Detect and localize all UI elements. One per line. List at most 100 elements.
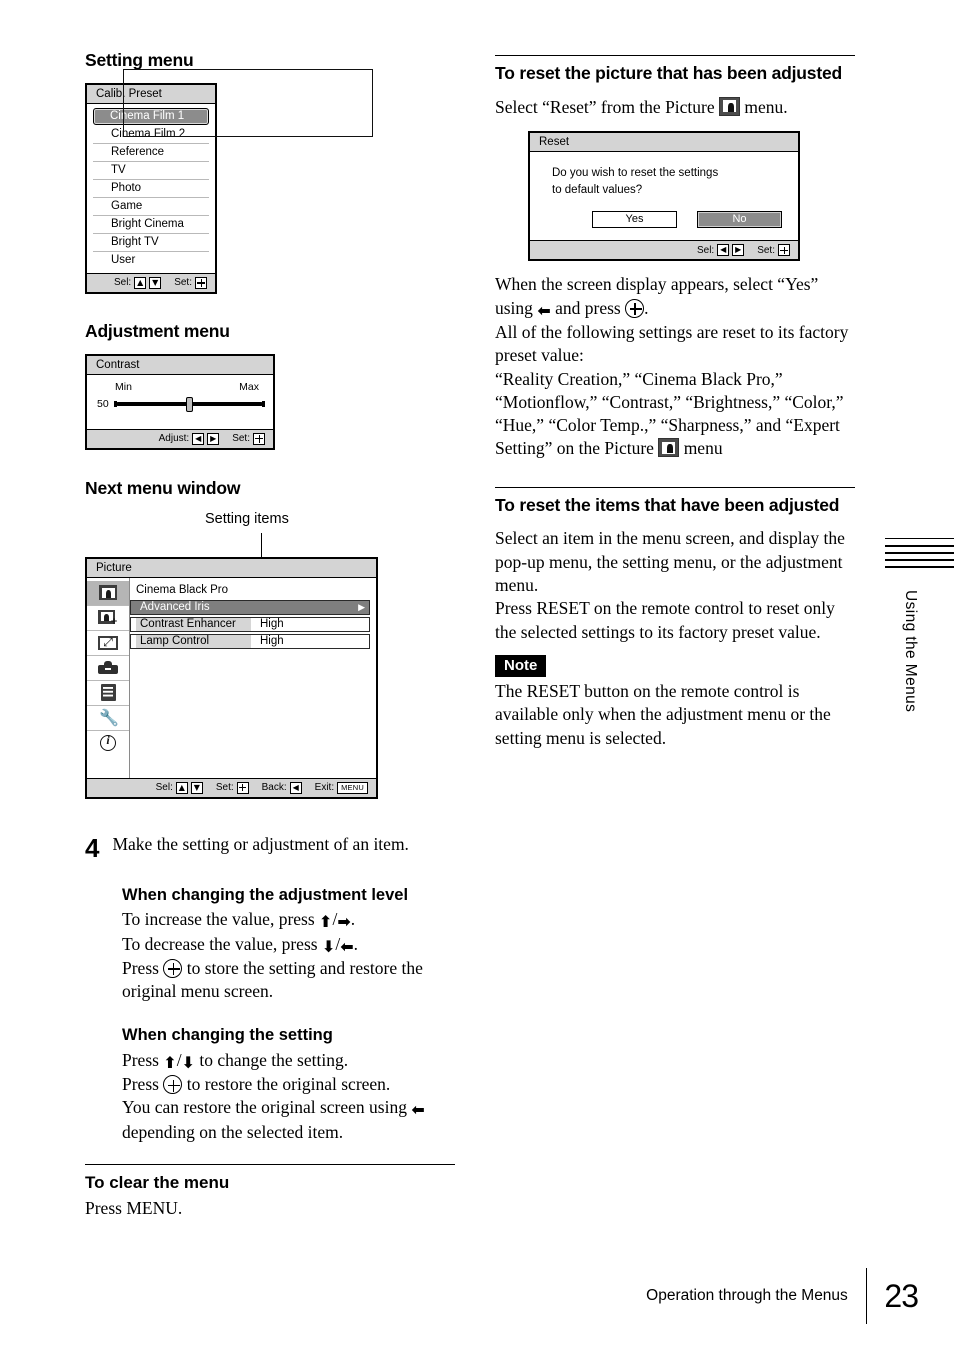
hint-set: Set: [232,432,265,445]
osd-title-calib-preset: Calib. Preset [87,84,215,104]
calib-item[interactable]: Bright TV [93,234,209,252]
calib-item[interactable]: Game [93,198,209,216]
toolbox-icon [98,661,118,675]
arrow-up-icon: ⬆ [163,1052,177,1072]
calib-item[interactable]: Cinema Film 2 [93,126,209,144]
hint-back: Back: ◀ [262,781,302,794]
hint-select: Sel: ▲ ▼ [156,781,203,794]
changing-level-line-3: Press to store the setting and restore t… [122,957,423,1002]
sidebar-item-function[interactable] [87,656,129,681]
menu-row-lamp-control[interactable]: Lamp Control High [130,633,370,650]
slider-value: 50 [97,397,109,410]
hint-exit: Exit: MENU [315,781,368,794]
hint-set: Set: [757,244,790,257]
chevron-right-icon: ▶ [358,601,365,612]
heading-adjustment-menu: Adjustment menu [85,320,230,341]
callout-leader-line [261,532,263,557]
changing-level-line-2: To decrease the value, press ⬇/⬅. [122,933,358,956]
hint-select: Sel: ▲ ▼ [114,276,162,289]
callout-label: Setting items [205,510,289,527]
arrow-left-icon: ⬅ [340,936,354,956]
reset-message-line-2: to default values? [552,183,643,196]
slider-min-label: Min [115,380,132,393]
key-left-icon: ◀ [717,244,730,257]
osd-footer: Sel: ▲ ▼ Set: [87,272,215,292]
arrow-left-icon: ⬅ [537,300,551,320]
info-icon [100,733,116,752]
key-down-icon: ▼ [190,781,203,794]
note-text: The RESET button on the remote control i… [495,681,831,748]
step-4: 4 Make the setting or adjustment of an i… [85,833,455,861]
calib-item[interactable]: Bright Cinema [93,216,209,234]
menu-row-cinema-black-pro[interactable]: Cinema Black Pro [130,583,370,599]
slider-max-label: Max [239,380,259,393]
left-column: Setting menu Calib. Preset Cinema Film 1… [85,50,455,1221]
calib-preset-list: Cinema Film 1 Cinema Film 2 Reference TV… [87,104,215,273]
sidebar-item-information[interactable] [87,731,129,756]
changing-setting-line-3: You can restore the original screen usin… [122,1097,425,1142]
slider-knob[interactable] [185,396,193,412]
menu-row-advanced-iris[interactable]: Advanced Iris ▶ [130,599,370,616]
calib-item[interactable]: User [93,252,209,269]
key-right-icon: ▶ [207,432,220,445]
page-footer: Operation through the Menus 23 [0,1268,954,1324]
calib-item[interactable]: TV [93,162,209,180]
reset-picture-body-1: When the screen display appears, select … [495,274,819,320]
block-changing-setting: When changing the setting Press ⬆/⬇ to c… [122,1025,455,1144]
calib-item-selected[interactable]: Cinema Film 1 [93,107,209,125]
key-menu-icon: MENU [337,781,368,794]
thumb-tab-label: Using the Menus [902,589,919,713]
key-up-icon: ▲ [134,276,147,289]
calib-item[interactable]: Photo [93,180,209,198]
menu-row-value: High [260,635,284,648]
hint-select: Sel: ◀ ▶ [697,244,745,257]
changing-setting-line-2: Press to restore the original screen. [122,1074,391,1095]
block-reset-items: To reset the items that have been adjust… [495,486,855,750]
sidebar-item-screen[interactable] [87,631,129,656]
heading-next-menu-window: Next menu window [85,477,241,498]
picture-icon [719,96,741,116]
sidebar-item-setup[interactable] [87,706,129,731]
setting-items-callout: Setting items [85,511,455,557]
sidebar-item-picture[interactable] [87,580,129,606]
key-left-icon: ◀ [192,432,205,445]
heading-clear-menu: To clear the menu [85,1173,230,1192]
arrow-down-icon: ⬇ [321,936,336,956]
key-right-icon: ▶ [732,244,745,257]
note-block: Note The RESET button on the remote cont… [495,654,855,750]
footer-section-title: Operation through the Menus [646,1287,848,1304]
reset-picture-intro: Select “Reset” from the Picture menu. [495,96,788,117]
adjustment-menu-osd: Contrast Min Max 50 Adjust: ◀ ▶ Set: [85,353,275,450]
osd-footer: Sel: ◀ ▶ Set: [530,240,798,260]
slider-track[interactable] [113,396,266,412]
menu-row-label: Advanced Iris [140,601,210,614]
picture-menu-body: + ⤢ 🔧 i Cinema Black Pro Advanced Iris ▶… [87,69,376,778]
reset-message-line-1: Do you wish to reset the settings [552,167,719,180]
key-enter-icon [236,781,249,794]
key-down-icon: ▼ [149,276,162,289]
heading-reset-picture: To reset the picture that has been adjus… [495,63,842,83]
osd-title-reset: Reset [530,133,798,153]
sidebar-item-advanced-picture[interactable]: + [87,606,129,631]
heading-setting-menu: Setting menu [85,50,194,70]
clear-menu-text: Press MENU. [85,1198,183,1219]
hint-set: Set: [216,781,249,794]
menu-row-value: High [260,618,284,631]
reset-dialog-buttons: Yes No [592,211,798,229]
reset-picture-body-2: All of the following settings are reset … [495,322,849,366]
yes-button[interactable]: Yes [592,211,677,229]
osd-footer: Adjust: ◀ ▶ Set: [87,428,273,448]
reset-items-body-1: Select an item in the menu screen, and d… [495,528,845,596]
arrow-down-icon: ⬇ [181,1052,196,1072]
menu-row-contrast-enhancer[interactable]: Contrast Enhancer High [130,616,370,633]
no-button[interactable]: No [697,211,782,229]
calib-item[interactable]: Reference [93,144,209,162]
note-badge: Note [495,654,547,678]
sidebar-item-installation[interactable] [87,681,129,706]
reset-dialog-osd: Reset Do you wish to reset the settings … [528,131,800,262]
arrow-right-icon: ➡ [337,912,351,932]
picture-icon [658,438,680,458]
right-column: To reset the picture that has been adjus… [495,55,855,750]
reset-items-body-2: Press RESET on the remote control to res… [495,598,835,642]
screen-icon [98,635,118,650]
